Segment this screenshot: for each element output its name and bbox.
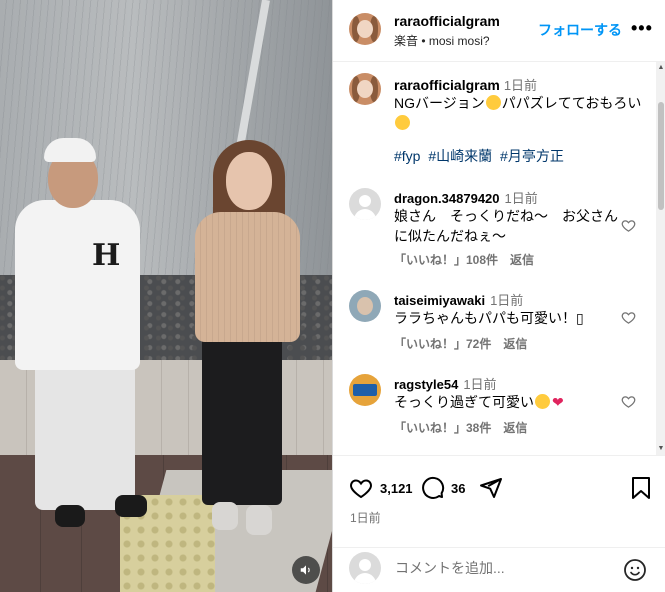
comment-time[interactable]: 1日前 (490, 293, 523, 308)
bookmark-icon[interactable] (631, 476, 651, 500)
comments-scroll-area[interactable]: raraofficialgram 1日前 NGバージョン パパズレてておもろい #f… (333, 62, 665, 455)
post-side-panel: raraofficialgram 楽音 • mosi mosi? フォローする … (332, 0, 665, 592)
post-actions: 3,121 36 1日前 (333, 455, 665, 547)
comment-icon[interactable] (421, 476, 445, 500)
comment-text: そっくり過ぎて可愛い ❤ (394, 394, 564, 410)
comment-time[interactable]: 1日前 (505, 191, 538, 206)
comment-username[interactable]: ragstyle54 (394, 377, 458, 392)
caption-text: NGバージョン パパズレてておもろい (394, 93, 644, 133)
more-icon: ••• (631, 18, 653, 38)
reply-button[interactable]: 返信 (510, 253, 534, 267)
comment-avatar[interactable] (349, 374, 381, 406)
share-icon[interactable] (479, 476, 503, 500)
comment-item: taiseimiyawaki 1日前 ララちゃんもパパも可愛い！▯ 「いいね！」7… (333, 290, 653, 370)
comment-avatar[interactable] (349, 290, 381, 322)
caption-time[interactable]: 1日前 (504, 78, 537, 93)
scroll-down-icon[interactable]: ▼ (657, 445, 665, 453)
sound-toggle-button[interactable] (292, 556, 320, 584)
author-avatar[interactable] (349, 13, 381, 45)
sound-icon (300, 565, 310, 575)
caption-username[interactable]: raraofficialgram (394, 77, 500, 93)
author-subtitle[interactable]: 楽音 • mosi mosi? (394, 32, 490, 49)
comment-composer (333, 547, 665, 592)
post-time[interactable]: 1日前 (350, 509, 381, 526)
reply-button[interactable]: 返信 (503, 421, 527, 435)
author-username[interactable]: raraofficialgram (394, 13, 500, 29)
heart-icon[interactable] (621, 218, 636, 233)
scroll-up-icon[interactable]: ▲ (657, 64, 665, 72)
comment-username[interactable]: taiseimiyawaki (394, 293, 485, 308)
hashtag-link[interactable]: #fyp (394, 148, 420, 164)
post-header: raraofficialgram 楽音 • mosi mosi? フォローする … (333, 0, 665, 62)
comment-time[interactable]: 1日前 (463, 377, 496, 392)
like-count[interactable]: 3,121 (380, 481, 413, 496)
reply-button[interactable]: 返信 (503, 337, 527, 351)
heart-icon[interactable] (621, 310, 636, 325)
comment-text: ララちゃんもパパも可愛い！▯ (394, 310, 584, 326)
hashtag-link[interactable]: #山崎来蘭 (428, 148, 492, 164)
comment-item: ragstyle54 1日前 そっくり過ぎて可愛い ❤ 「いいね！」38件 返信 (333, 374, 653, 454)
comment-item: dragon.34879420 1日前 娘さん そっくりだね〜 お父さんに似たんだ… (333, 188, 653, 268)
caption-avatar[interactable] (349, 73, 381, 105)
hashtag-link[interactable]: #月亭方正 (500, 148, 564, 164)
laughing-emoji-icon (485, 95, 501, 110)
viewer-avatar (349, 552, 381, 584)
heart-eyes-emoji-icon (535, 394, 550, 409)
caption-hashtags: #fyp #山崎来蘭 #月亭方正 (394, 146, 568, 166)
comment-likes[interactable]: 「いいね！」72件 (394, 337, 491, 351)
comment-likes[interactable]: 「いいね！」38件 (394, 421, 491, 435)
comment-likes[interactable]: 「いいね！」108件 (394, 253, 498, 267)
more-options-button[interactable]: ••• (631, 18, 653, 38)
laughing-emoji-icon (395, 115, 410, 130)
comment-username[interactable]: dragon.34879420 (394, 191, 500, 206)
scrollbar-thumb[interactable] (658, 102, 664, 210)
emoji-icon[interactable] (623, 558, 647, 582)
comment-count[interactable]: 36 (451, 481, 465, 496)
comment-text: 娘さん そっくりだね〜 お父さんに似たんだねぇ〜 (394, 208, 618, 244)
heart-icon[interactable] (621, 394, 636, 409)
comment-input[interactable] (395, 560, 625, 576)
sparkling-heart-icon: ❤ (552, 394, 564, 410)
follow-button[interactable]: フォローする (538, 20, 622, 40)
comment-avatar[interactable] (349, 188, 381, 220)
post-media[interactable]: H (0, 0, 332, 592)
heart-icon[interactable] (349, 476, 373, 500)
scrollbar[interactable]: ▲ ▼ (656, 62, 665, 455)
